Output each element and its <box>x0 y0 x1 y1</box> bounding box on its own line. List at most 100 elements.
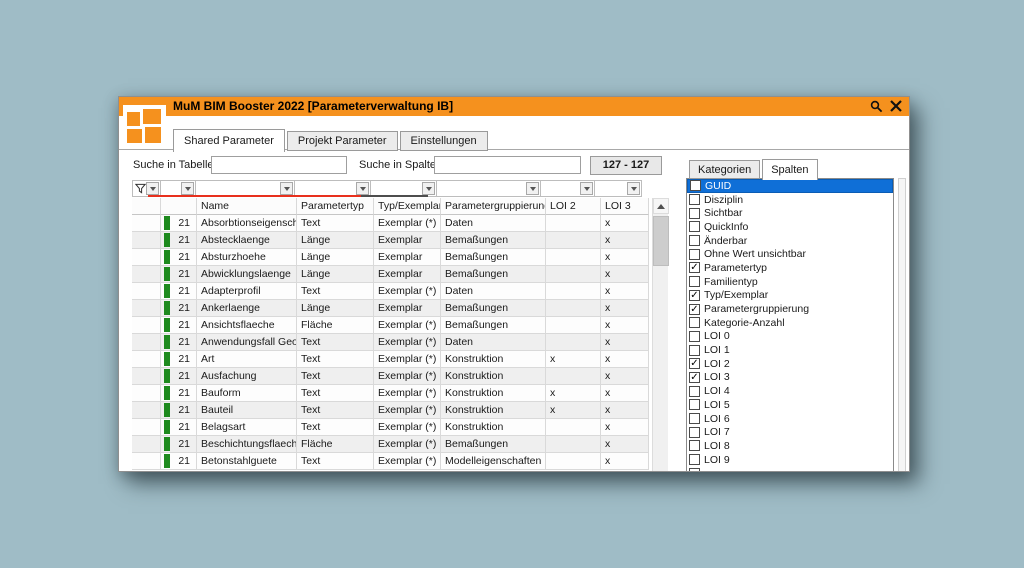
filter-dropdown-icon[interactable] <box>181 182 194 195</box>
table-cell[interactable]: Belagsart <box>197 419 297 436</box>
table-cell[interactable]: Exemplar (*) <box>374 283 441 300</box>
column-toggle-item[interactable]: Sichtbar <box>687 206 893 220</box>
checkbox-icon[interactable] <box>689 440 700 452</box>
table-cell[interactable]: Exemplar (*) <box>374 402 441 419</box>
column-toggle-item[interactable]: LOI 7 <box>687 425 893 439</box>
table-row[interactable]: 21 Abwicklungslaenge Länge Exemplar Bemaßung… <box>132 266 649 283</box>
table-cell[interactable]: Bemaßungen <box>441 436 546 453</box>
table-row[interactable]: 21 Bauteil Text Exemplar (*) Konstruktion x x <box>132 402 649 419</box>
table-row[interactable]: 21 Abstecklaenge Länge Exemplar Bemaßungen x <box>132 232 649 249</box>
row-header-cell[interactable] <box>132 249 161 266</box>
table-cell[interactable]: Abwicklungslaenge <box>197 266 297 283</box>
scrollbar-thumb[interactable] <box>653 216 669 266</box>
column-toggle-item[interactable]: Disziplin <box>687 193 893 207</box>
table-cell[interactable]: Text <box>297 351 374 368</box>
column-header[interactable]: LOI 2 <box>546 198 601 215</box>
table-cell[interactable]: Exemplar (*) <box>374 351 441 368</box>
column-toggle-item[interactable] <box>687 466 893 471</box>
table-cell[interactable]: Text <box>297 453 374 470</box>
table-row[interactable]: 21 Art Text Exemplar (*) Konstruktion x x <box>132 351 649 368</box>
row-header-cell[interactable] <box>132 385 161 402</box>
column-header[interactable]: Parametergruppierung <box>441 198 546 215</box>
table-cell[interactable]: Exemplar (*) <box>374 215 441 232</box>
table-scrollbar[interactable] <box>652 198 669 471</box>
table-row[interactable]: 21AbsorbtionseigenschaftTextExemplar (*)… <box>132 215 649 232</box>
table-cell[interactable]: Bauform <box>197 385 297 402</box>
table-cell[interactable]: Bemaßungen <box>441 249 546 266</box>
row-header-cell[interactable] <box>132 402 161 419</box>
table-cell[interactable]: Exemplar <box>374 249 441 266</box>
table-row[interactable]: 21 Bauform Text Exemplar (*) Konstruktion x x <box>132 385 649 402</box>
checkbox-icon[interactable] <box>689 194 700 206</box>
table-cell[interactable]: Länge <box>297 300 374 317</box>
checkbox-checked-icon[interactable]: ✓ <box>689 371 700 383</box>
table-cell[interactable]: Konstruktion <box>441 419 546 436</box>
table-cell[interactable]: Ansichtsflaeche <box>197 317 297 334</box>
table-cell[interactable]: Betonstahlguete <box>197 453 297 470</box>
checkbox-checked-icon[interactable]: ✓ <box>689 358 700 370</box>
table-cell[interactable]: Exemplar (*) <box>374 419 441 436</box>
panel-scrollbar[interactable] <box>898 178 906 471</box>
row-header-cell[interactable] <box>132 317 161 334</box>
table-cell[interactable]: Exemplar (*) <box>374 317 441 334</box>
table-cell[interactable]: Anwendungsfall Geoku... <box>197 334 297 351</box>
filter-dropdown-icon[interactable] <box>580 182 593 195</box>
table-row[interactable]: 21 Absturzhoehe Länge Exemplar Bemaßungen x <box>132 249 649 266</box>
table-cell[interactable]: Länge <box>297 249 374 266</box>
filter-dropdown-icon[interactable] <box>422 182 435 195</box>
table-cell[interactable] <box>546 232 601 249</box>
table-cell[interactable]: x <box>601 334 649 351</box>
table-cell[interactable] <box>546 334 601 351</box>
search-table-input[interactable] <box>211 156 347 174</box>
table-cell[interactable]: Konstruktion <box>441 385 546 402</box>
table-cell[interactable]: Bemaßungen <box>441 266 546 283</box>
table-cell[interactable]: Absturzhoehe <box>197 249 297 266</box>
column-toggle-item[interactable]: LOI 8 <box>687 439 893 453</box>
table-cell[interactable]: Länge <box>297 266 374 283</box>
table-cell[interactable]: Text <box>297 402 374 419</box>
table-cell[interactable]: Text <box>297 215 374 232</box>
column-toggle-item[interactable]: LOI 6 <box>687 412 893 426</box>
table-cell[interactable] <box>546 283 601 300</box>
table-cell[interactable]: Bemaßungen <box>441 232 546 249</box>
column-toggle-item[interactable]: GUID <box>687 179 893 193</box>
column-toggle-item[interactable]: Familientyp <box>687 275 893 289</box>
search-icon[interactable] <box>869 99 883 113</box>
table-cell[interactable]: x <box>546 385 601 402</box>
checkbox-checked-icon[interactable]: ✓ <box>689 262 700 274</box>
row-header-cell[interactable] <box>132 351 161 368</box>
table-cell[interactable]: Konstruktion <box>441 368 546 385</box>
table-cell[interactable]: Ankerlaenge <box>197 300 297 317</box>
row-header-cell[interactable] <box>132 215 161 232</box>
scroll-up-icon[interactable] <box>653 198 669 214</box>
table-cell[interactable] <box>546 317 601 334</box>
table-cell[interactable]: Exemplar <box>374 232 441 249</box>
checkbox-icon[interactable] <box>689 399 700 411</box>
row-header-cell[interactable] <box>132 232 161 249</box>
filter-dropdown-icon[interactable] <box>526 182 539 195</box>
column-toggle-item[interactable]: ✓ Parametergruppierung <box>687 302 893 316</box>
tab-einstellungen[interactable]: Einstellungen <box>399 131 488 151</box>
checkbox-icon[interactable] <box>689 344 700 356</box>
row-num-cell[interactable]: 21 <box>161 300 197 317</box>
table-cell[interactable]: Exemplar (*) <box>374 436 441 453</box>
checkbox-icon[interactable] <box>689 276 700 288</box>
table-cell[interactable]: x <box>601 266 649 283</box>
tab-kategorien[interactable]: Kategorien <box>689 160 761 179</box>
filter-cell-loi3[interactable] <box>594 180 642 197</box>
search-columns-input[interactable] <box>434 156 581 174</box>
checkbox-icon[interactable] <box>689 426 700 438</box>
row-num-cell[interactable]: 21 <box>161 215 197 232</box>
filter-dropdown-icon[interactable] <box>146 182 159 195</box>
row-num-cell[interactable]: 21 <box>161 232 197 249</box>
table-cell[interactable]: Text <box>297 419 374 436</box>
table-cell[interactable]: x <box>601 402 649 419</box>
column-toggle-item[interactable]: ✓ LOI 3 <box>687 371 893 385</box>
column-toggle-item[interactable]: LOI 1 <box>687 343 893 357</box>
checkbox-checked-icon[interactable]: ✓ <box>689 289 700 301</box>
table-cell[interactable]: x <box>601 317 649 334</box>
table-cell[interactable]: Fläche <box>297 436 374 453</box>
row-header-cell[interactable] <box>132 300 161 317</box>
column-header[interactable]: Typ/Exemplar <box>374 198 441 215</box>
row-header-cell[interactable] <box>132 266 161 283</box>
